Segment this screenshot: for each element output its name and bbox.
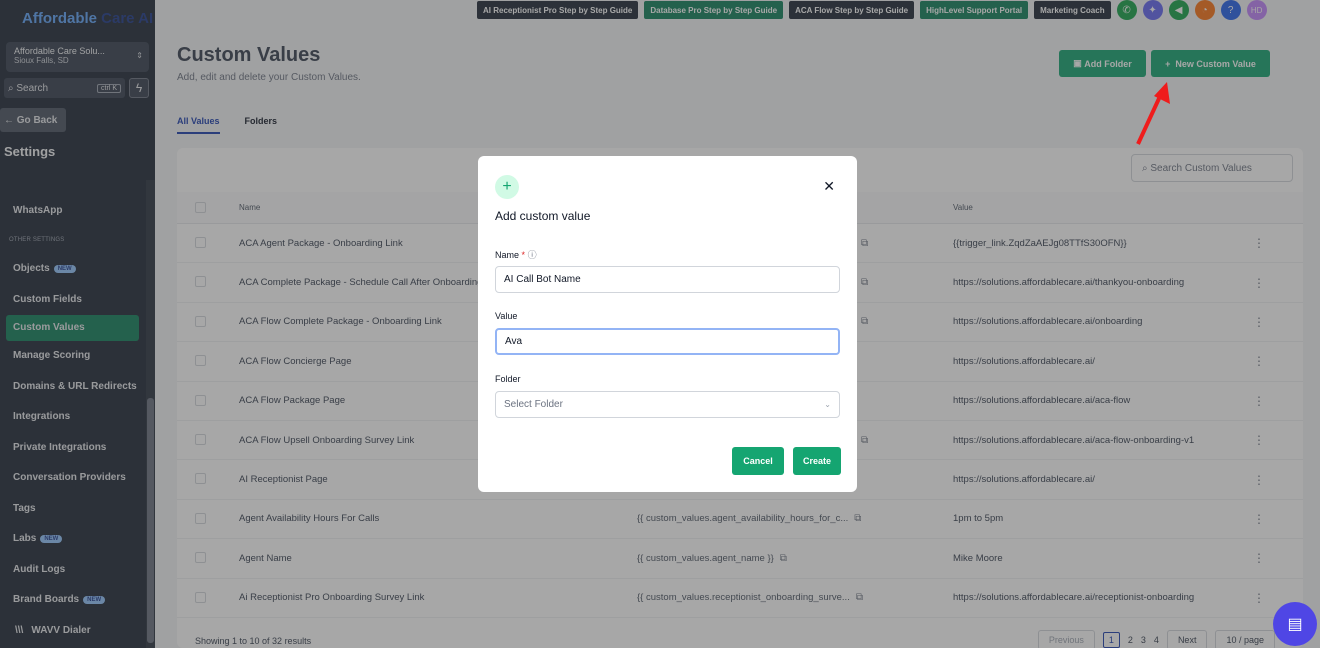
info-icon: ⓘ bbox=[527, 250, 537, 260]
close-icon[interactable]: ✕ bbox=[823, 178, 835, 195]
chat-widget-icon[interactable]: ▤ bbox=[1273, 602, 1317, 646]
value-label: Value bbox=[495, 311, 518, 321]
create-button[interactable]: Create bbox=[793, 447, 841, 475]
cancel-button[interactable]: Cancel bbox=[732, 447, 784, 475]
value-field[interactable]: Ava bbox=[495, 328, 840, 355]
chevron-down-icon: ⌄ bbox=[824, 400, 831, 409]
name-label-text: Name bbox=[495, 250, 520, 260]
folder-label: Folder bbox=[495, 374, 521, 384]
add-custom-value-modal: + ✕ Add custom value Name * ⓘ AI Call Bo… bbox=[478, 156, 857, 492]
folder-select[interactable]: Select Folder ⌄ bbox=[495, 391, 840, 418]
name-field[interactable]: AI Call Bot Name bbox=[495, 266, 840, 293]
modal-title: Add custom value bbox=[495, 209, 591, 223]
required-marker: * bbox=[521, 250, 526, 260]
annotation-arrow-icon bbox=[1136, 82, 1170, 145]
folder-select-placeholder: Select Folder bbox=[504, 399, 563, 410]
name-label: Name * ⓘ bbox=[495, 248, 537, 261]
app: Affordable Care AI Affordable Care Solu.… bbox=[0, 0, 1320, 648]
plus-icon: + bbox=[495, 175, 519, 199]
